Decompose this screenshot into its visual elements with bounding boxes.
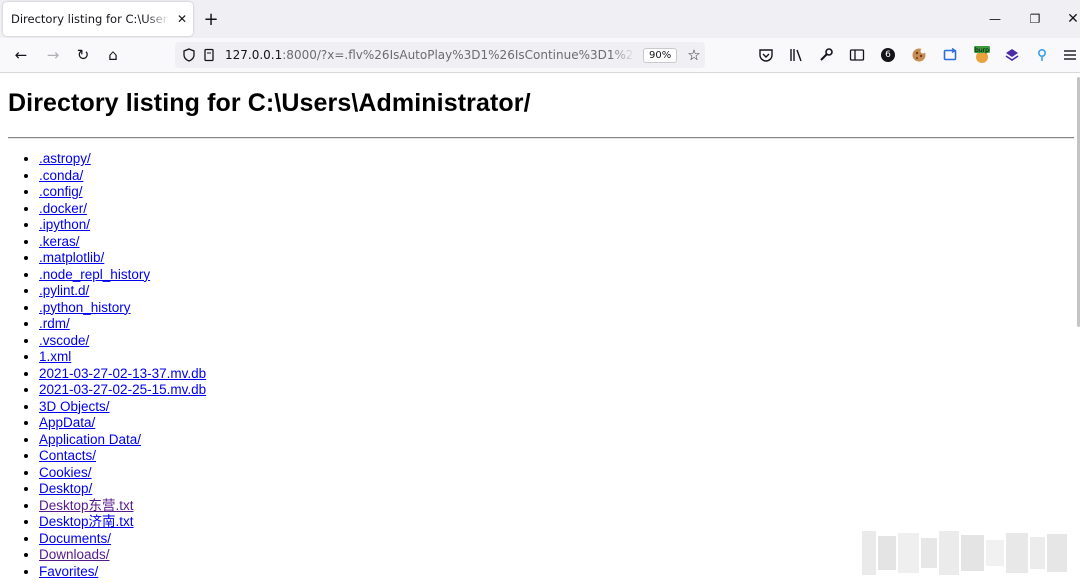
url-host: 127.0.0.1: [225, 48, 283, 62]
tab-close-icon[interactable]: ✕: [173, 10, 191, 28]
pocket-icon[interactable]: [756, 45, 776, 65]
list-item: Application Data/: [39, 432, 206, 449]
directory-entry-link[interactable]: Cookies/: [39, 465, 92, 480]
tracking-protection-shield-icon[interactable]: [179, 48, 199, 62]
directory-entry-link[interactable]: Contacts/: [39, 448, 96, 463]
pixelated-watermark: [862, 525, 1068, 581]
directory-entry-link[interactable]: 2021-03-27-02-25-15.mv.db: [39, 382, 206, 397]
list-item: Desktop东营.txt: [39, 498, 206, 515]
directory-entry-link[interactable]: .ipython/: [39, 217, 90, 232]
tab-title: Directory listing for C:\Users\Administr…: [11, 12, 169, 26]
url-path: :8000/?x=.flv%26IsAutoPlay%3D1%26IsConti…: [282, 48, 635, 62]
directory-entry-link[interactable]: Favorites/: [39, 564, 98, 579]
directory-entry-link[interactable]: .conda/: [39, 168, 83, 183]
directory-entry-link[interactable]: .matplotlib/: [39, 250, 104, 265]
library-icon[interactable]: [786, 45, 806, 65]
navigation-toolbar: ← → ↻ ⌂ 127.0.0.1:8000/?x=.flv%26IsAutoP…: [0, 38, 1080, 73]
list-item: Desktop/: [39, 481, 206, 498]
list-item: Favorites/: [39, 564, 206, 581]
directory-entry-link[interactable]: .docker/: [39, 201, 87, 216]
extension-badge-count: 6: [881, 48, 895, 62]
burp-extension-label: burp: [975, 47, 989, 54]
page-info-icon[interactable]: [199, 48, 219, 62]
location-pin-icon[interactable]: [1032, 45, 1052, 65]
directory-listing: .astropy/ .conda/.config/ .docker/.ipython…: [0, 151, 206, 580]
list-item: .python_history: [39, 300, 206, 317]
horizontal-rule: [8, 137, 1074, 139]
cookie-extension-icon[interactable]: [909, 45, 929, 65]
list-item: 3D Objects/: [39, 399, 206, 416]
list-item: Cookies/: [39, 465, 206, 482]
new-tab-button[interactable]: +: [200, 8, 222, 30]
list-item: .node_repl_history: [39, 267, 206, 284]
stack-extension-icon[interactable]: [1002, 45, 1022, 65]
list-item: .vscode/: [39, 333, 206, 350]
page-content: Directory listing for C:\Users\Administr…: [0, 73, 1080, 582]
menu-hamburger-icon[interactable]: [1060, 45, 1080, 65]
directory-entry-link[interactable]: AppData/: [39, 415, 95, 430]
repeat-extension-icon[interactable]: [940, 45, 960, 65]
directory-entry-link[interactable]: .pylint.d/: [39, 283, 89, 298]
bookmark-star-icon[interactable]: ☆: [687, 46, 700, 64]
address-bar[interactable]: 127.0.0.1:8000/?x=.flv%26IsAutoPlay%3D1%…: [175, 42, 705, 68]
back-button[interactable]: ←: [9, 43, 33, 67]
directory-entry-link[interactable]: .keras/: [39, 234, 80, 249]
directory-entry-link[interactable]: .rdm/: [39, 316, 70, 331]
list-item: .conda/: [39, 168, 206, 185]
list-item: Contacts/: [39, 448, 206, 465]
list-item: 1.xml: [39, 349, 206, 366]
list-item: 2021-03-27-02-25-15.mv.db: [39, 382, 206, 399]
active-tab[interactable]: Directory listing for C:\Users\Administr…: [3, 2, 193, 36]
window-close-button[interactable]: ✕: [1054, 0, 1080, 38]
directory-entry-link[interactable]: Application Data/: [39, 432, 141, 447]
directory-entry-link[interactable]: .vscode/: [39, 333, 89, 348]
restore-button[interactable]: ❐: [1016, 0, 1054, 38]
directory-entry-link[interactable]: .node_repl_history: [39, 267, 150, 282]
list-item: .docker/: [39, 201, 206, 218]
directory-entry-link[interactable]: .astropy/: [39, 151, 91, 166]
list-item: Desktop济南.txt: [39, 514, 206, 531]
wrench-tools-icon[interactable]: [816, 45, 836, 65]
directory-entry-link[interactable]: 3D Objects/: [39, 399, 110, 414]
directory-entry-link[interactable]: Desktop济南.txt: [39, 514, 134, 529]
page-heading: Directory listing for C:\Users\Administr…: [8, 89, 531, 117]
directory-entry-link[interactable]: 1.xml: [39, 349, 71, 364]
list-item: Downloads/: [39, 547, 206, 564]
list-item: AppData/: [39, 415, 206, 432]
list-item: .matplotlib/: [39, 250, 206, 267]
tab-strip: Directory listing for C:\Users\Administr…: [0, 0, 1080, 38]
directory-entry-link[interactable]: Downloads/: [39, 547, 110, 562]
extension-badge-icon[interactable]: 6: [878, 45, 898, 65]
directory-entry-link[interactable]: Desktop东营.txt: [39, 498, 134, 513]
directory-entry-link[interactable]: Desktop/: [39, 481, 92, 496]
list-item: Documents/: [39, 531, 206, 548]
home-button[interactable]: ⌂: [101, 43, 125, 67]
directory-entry-link[interactable]: 2021-03-27-02-13-37.mv.db: [39, 366, 206, 381]
minimize-button[interactable]: —: [976, 0, 1014, 38]
zoom-level-badge[interactable]: 90%: [643, 47, 678, 63]
reload-button[interactable]: ↻: [71, 43, 95, 67]
list-item: .config/: [39, 184, 206, 201]
sidebar-toggle-icon[interactable]: [847, 45, 867, 65]
directory-entry-link[interactable]: .config/: [39, 184, 83, 199]
list-item: .pylint.d/: [39, 283, 206, 300]
url-field[interactable]: 127.0.0.1:8000/?x=.flv%26IsAutoPlay%3D1%…: [225, 48, 635, 62]
list-item: .keras/: [39, 234, 206, 251]
directory-entry-link[interactable]: .python_history: [39, 300, 131, 315]
list-item: .ipython/: [39, 217, 206, 234]
directory-entry-link[interactable]: Documents/: [39, 531, 111, 546]
list-item: .astropy/: [39, 151, 206, 168]
forward-button[interactable]: →: [41, 43, 65, 67]
list-item: 2021-03-27-02-13-37.mv.db: [39, 366, 206, 383]
list-item: .rdm/: [39, 316, 206, 333]
burp-extension-icon[interactable]: burp: [972, 45, 992, 65]
